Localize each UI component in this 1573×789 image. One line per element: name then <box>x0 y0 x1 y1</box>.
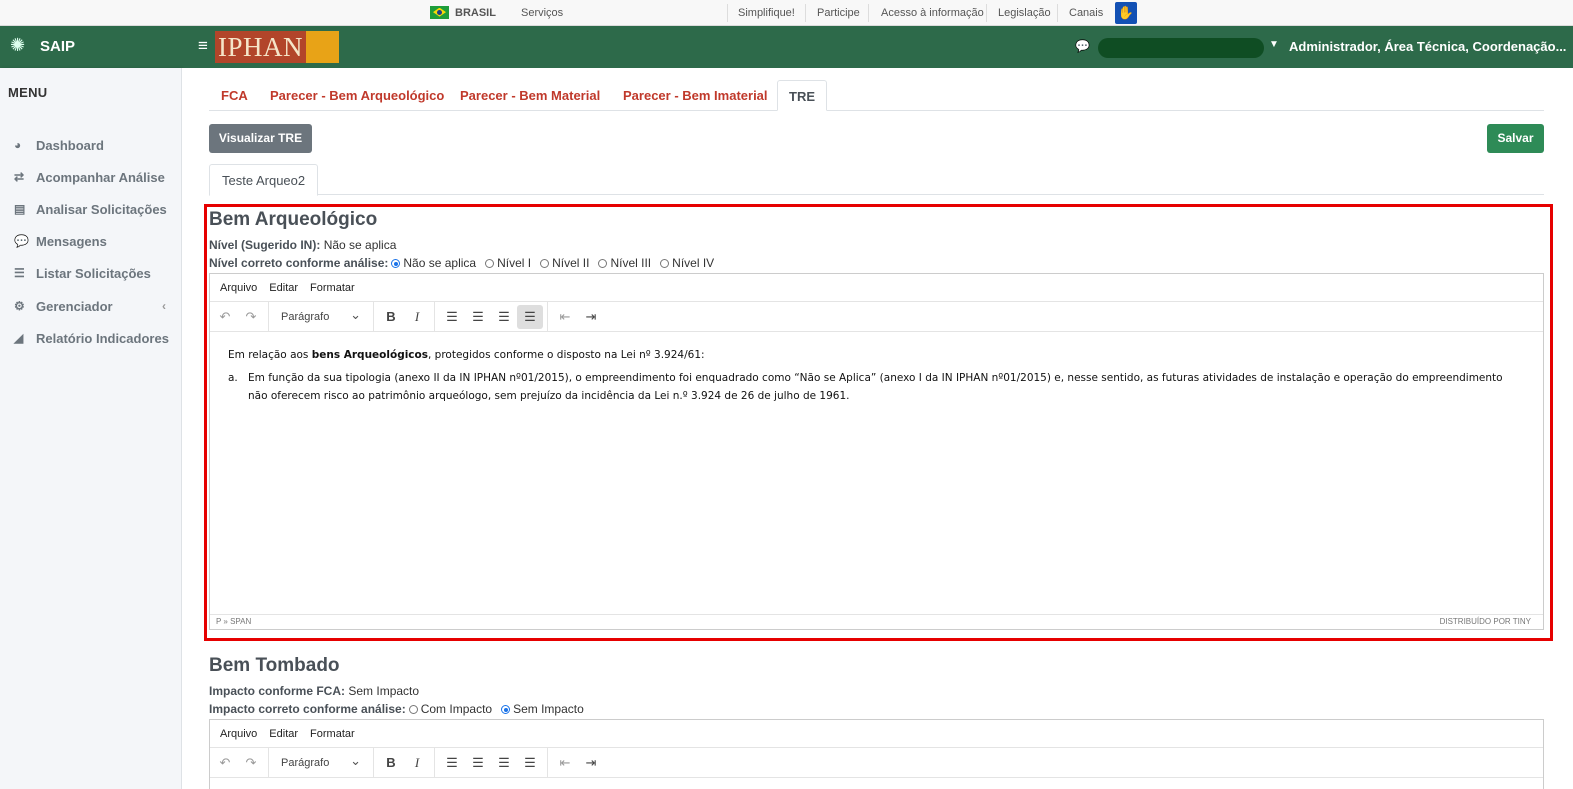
sidebar-item-label: Gerenciador <box>36 298 113 314</box>
sidebar-item-dashboard[interactable]: ◕ Dashboard <box>14 135 174 155</box>
rich-text-editor-tombado: Arquivo Editar Formatar ↶ ↷ Parágrafo B … <box>209 719 1544 789</box>
list-icon: ☰ <box>14 266 25 280</box>
indent-icon[interactable]: ⇥ <box>578 755 604 771</box>
radio-com-impacto[interactable] <box>408 705 418 714</box>
tab-teste-arqueo2[interactable]: Teste Arqueo2 <box>209 164 319 196</box>
section-title-bem-tombado: Bem Tombado <box>209 655 340 676</box>
sidebar-item-listar[interactable]: ☰ Listar Solicitações <box>14 263 174 283</box>
divider <box>373 747 374 778</box>
comments-icon: 💬 <box>14 234 29 248</box>
main-content: FCA Parecer - Bem Arqueológico Parecer -… <box>182 68 1573 789</box>
gears-icon: ⚙ <box>14 299 25 313</box>
sidebar-item-analisar[interactable]: ▤ Analisar Solicitações <box>14 199 174 219</box>
chevron-left-icon: ‹ <box>162 299 166 313</box>
tab-parecer-material[interactable]: Parecer - Bem Material <box>460 80 600 111</box>
sidebar-item-label: Mensagens <box>36 233 107 249</box>
tab-bar: FCA Parecer - Bem Arqueológico Parecer -… <box>209 80 1544 111</box>
divider <box>805 4 806 22</box>
sidebar-item-acompanhar[interactable]: ⇄ Acompanhar Análise <box>14 167 174 187</box>
acesso-informacao-link[interactable]: Acesso à informação <box>881 0 984 26</box>
divider <box>1057 4 1058 22</box>
tab-parecer-arqueologico[interactable]: Parecer - Bem Arqueológico <box>270 80 444 111</box>
brasil-link[interactable]: BRASIL <box>430 0 496 26</box>
book-icon: ▤ <box>14 202 26 216</box>
iphan-logo: IPHAN <box>215 31 340 63</box>
iphan-logo-text: IPHAN <box>215 31 307 63</box>
editor-menubar: Arquivo Editar Formatar <box>210 720 1543 748</box>
radio-label: Sem Impacto <box>513 702 584 716</box>
menu-arquivo[interactable]: Arquivo <box>220 728 257 740</box>
align-justify-icon[interactable]: ☰ <box>517 755 543 771</box>
sidebar-item-relatorio[interactable]: ◢ Relatório Indicadores <box>14 328 174 348</box>
sidebar-item-gerenciador[interactable]: ⚙ Gerenciador ‹ <box>14 296 174 316</box>
divider <box>868 4 869 22</box>
divider <box>727 4 728 22</box>
impacto-fca-label: Impacto conforme FCA: <box>209 684 346 698</box>
menu-formatar[interactable]: Formatar <box>310 728 355 740</box>
brazil-flag-icon <box>430 5 449 19</box>
highlight-box <box>204 204 1553 641</box>
servicos-link[interactable]: Serviços <box>521 0 563 26</box>
sidebar-item-label: Listar Solicitações <box>36 265 151 281</box>
save-button[interactable]: Salvar <box>1487 124 1544 153</box>
tab-parecer-imaterial[interactable]: Parecer - Bem Imaterial <box>623 80 768 111</box>
sidebar-item-label: Dashboard <box>36 137 104 153</box>
simplifique-link[interactable]: Simplifique! <box>738 0 795 26</box>
menu-editar[interactable]: Editar <box>269 728 298 740</box>
sidebar-item-label: Relatório Indicadores <box>36 330 169 346</box>
bold-icon[interactable]: B <box>378 755 404 770</box>
exchange-icon: ⇄ <box>14 170 25 184</box>
caret-down-icon[interactable]: ▼ <box>1269 39 1279 50</box>
editor-toolbar: ↶ ↷ Parágrafo B I ☰ ☰ ☰ ☰ ⇤ ⇥ <box>210 747 1543 778</box>
dashboard-icon: ◕ <box>14 138 22 152</box>
radio-label: Com Impacto <box>420 702 493 716</box>
saip-logo-icon: ✺ <box>10 35 26 55</box>
redo-icon[interactable]: ↷ <box>238 755 264 771</box>
legislacao-link[interactable]: Legislação <box>998 0 1051 26</box>
tab-fca[interactable]: FCA <box>221 80 248 111</box>
participe-link[interactable]: Participe <box>817 0 860 26</box>
gov-bar: BRASIL Serviços Simplifique! Participe A… <box>0 0 1573 26</box>
impacto-correto-label: Impacto correto conforme análise: <box>209 702 406 716</box>
italic-icon[interactable]: I <box>404 755 430 771</box>
chat-icon[interactable]: 💬 <box>1075 39 1090 53</box>
radio-sem-impacto[interactable] <box>501 705 511 714</box>
sidebar-item-label: Acompanhar Análise <box>36 169 165 185</box>
divider <box>268 747 269 778</box>
divider <box>986 4 987 22</box>
impacto-fca-value: Sem Impacto <box>348 684 420 698</box>
iphan-logo-seal <box>306 31 340 63</box>
divider <box>547 747 548 778</box>
canais-link[interactable]: Canais <box>1069 0 1103 26</box>
brand-bar: ✺ SAIP <box>0 26 182 68</box>
app-name[interactable]: SAIP <box>40 38 75 55</box>
top-bar: ≡ IPHAN 💬 ▼ Administrador, Área Técnica,… <box>182 26 1573 68</box>
format-select[interactable]: Parágrafo <box>273 753 369 769</box>
user-select-pill[interactable] <box>1098 38 1264 58</box>
impacto-fca-line: Impacto conforme FCA: Sem Impacto <box>209 684 419 698</box>
sidebar: MENU ◕ Dashboard ⇄ Acompanhar Análise ▤ Ana… <box>0 68 182 789</box>
align-right-icon[interactable]: ☰ <box>491 755 517 771</box>
divider <box>434 747 435 778</box>
impacto-correto-line: Impacto correto conforme análise: Com Imp… <box>209 702 584 716</box>
align-left-icon[interactable]: ☰ <box>439 755 465 771</box>
user-profile-label[interactable]: Administrador, Área Técnica, Coordenação… <box>1289 39 1566 54</box>
area-chart-icon: ◢ <box>14 331 24 345</box>
hamburger-menu-icon[interactable]: ≡ <box>198 36 208 56</box>
tab-tre[interactable]: TRE <box>777 80 827 111</box>
accessibility-hand-icon[interactable]: ✋ <box>1115 2 1137 24</box>
sidebar-item-mensagens[interactable]: 💬 Mensagens <box>14 231 174 251</box>
menu-title: MENU <box>8 85 48 100</box>
undo-icon[interactable]: ↶ <box>212 755 238 771</box>
visualizar-tre-button[interactable]: Visualizar TRE <box>209 124 312 153</box>
sidebar-item-label: Analisar Solicitações <box>36 201 167 217</box>
brasil-label: BRASIL <box>455 7 496 19</box>
align-center-icon[interactable]: ☰ <box>465 755 491 771</box>
outdent-icon[interactable]: ⇤ <box>552 755 578 771</box>
subtab-bar: Teste Arqueo2 <box>209 164 1544 196</box>
